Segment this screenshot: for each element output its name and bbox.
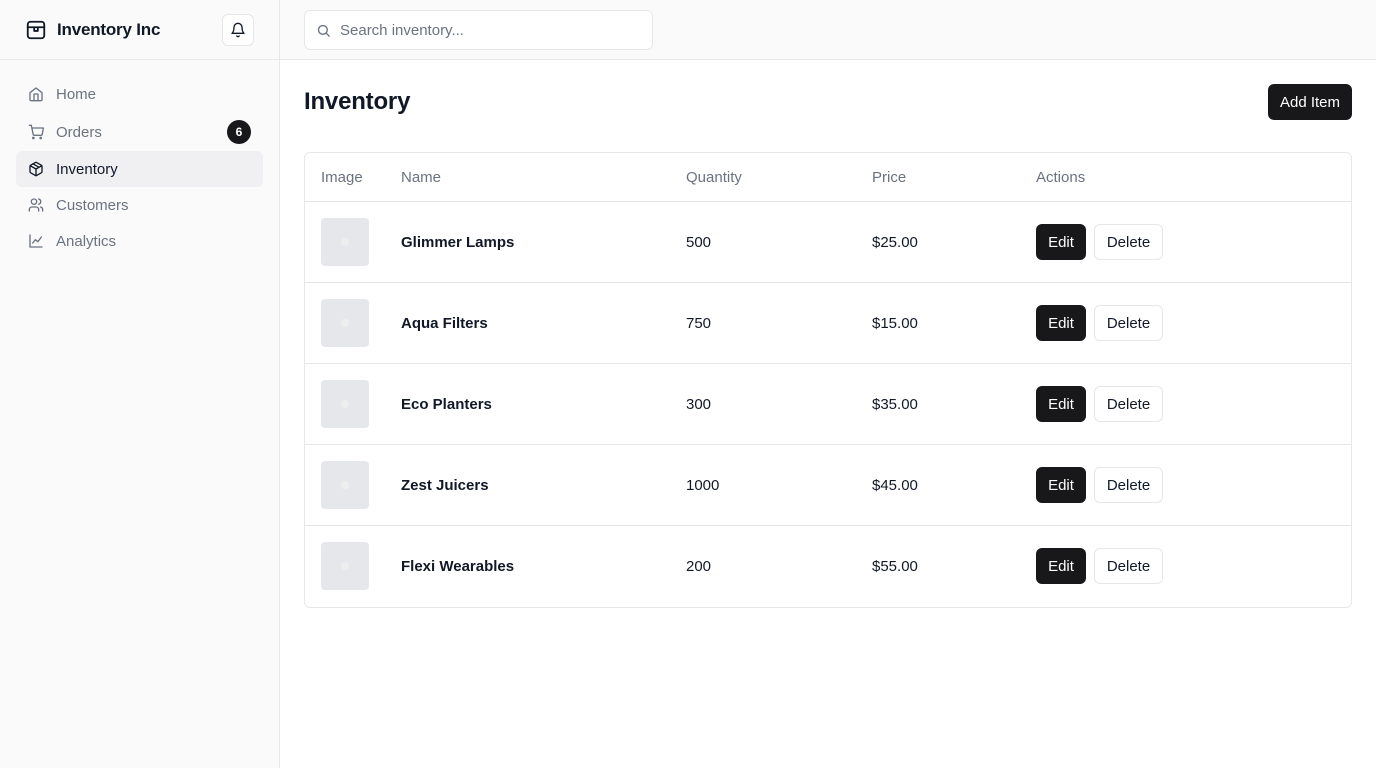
row-actions: Edit Delete <box>1036 526 1163 606</box>
sidebar-item-inventory[interactable]: Inventory <box>16 151 263 187</box>
product-quantity: 500 <box>686 233 712 251</box>
sidebar-item-label: Analytics <box>56 232 117 250</box>
product-image-placeholder <box>321 542 369 590</box>
package-logo-icon <box>25 19 47 41</box>
product-quantity: 1000 <box>686 476 720 494</box>
product-quantity: 750 <box>686 314 712 332</box>
main-content: Inventory Add Item Image Name Quantity P… <box>304 60 1352 608</box>
image-cell <box>321 364 369 444</box>
product-image-placeholder <box>321 218 369 266</box>
row-actions: Edit Delete <box>1036 283 1163 363</box>
bell-icon <box>230 22 246 38</box>
sidebar-item-customers[interactable]: Customers <box>16 187 263 223</box>
sidebar-item-label: Inventory <box>56 160 118 178</box>
column-header-quantity: Quantity <box>686 169 742 186</box>
product-quantity: 200 <box>686 557 712 575</box>
brand[interactable]: Inventory Inc <box>25 19 160 41</box>
product-image-placeholder <box>321 380 369 428</box>
orders-count-badge: 6 <box>227 120 251 144</box>
image-cell <box>321 283 369 363</box>
search-input[interactable] <box>340 21 640 39</box>
product-name: Glimmer Lamps <box>401 233 515 251</box>
page-title: Inventory <box>304 88 411 115</box>
search-box[interactable] <box>304 10 653 50</box>
sidebar-item-label: Orders <box>56 123 102 141</box>
delete-button[interactable]: Delete <box>1094 305 1163 341</box>
table-row: Zest Juicers 1000 $45.00 Edit Delete <box>305 445 1351 526</box>
column-header-image: Image <box>321 169 363 186</box>
search-icon <box>316 23 331 38</box>
table-row: Eco Planters 300 $35.00 Edit Delete <box>305 364 1351 445</box>
sidebar-item-label: Customers <box>56 196 129 214</box>
product-name: Eco Planters <box>401 395 492 413</box>
product-image-placeholder <box>321 299 369 347</box>
sidebar-header: Inventory Inc <box>0 0 279 60</box>
product-price: $15.00 <box>872 314 918 332</box>
inventory-table: Image Name Quantity Price Actions Glimme… <box>304 152 1352 608</box>
product-price: $45.00 <box>872 476 918 494</box>
table-header: Image Name Quantity Price Actions <box>305 153 1351 202</box>
sidebar-item-label: Home <box>56 85 97 103</box>
sidebar: Inventory Inc Home Orders 6 Inventory Cu… <box>0 0 280 768</box>
page-header: Inventory Add Item <box>304 60 1352 144</box>
row-actions: Edit Delete <box>1036 445 1163 525</box>
product-quantity: 300 <box>686 395 712 413</box>
topbar <box>280 0 1376 60</box>
row-actions: Edit Delete <box>1036 202 1163 282</box>
image-cell <box>321 202 369 282</box>
product-name: Zest Juicers <box>401 476 489 494</box>
sidebar-item-analytics[interactable]: Analytics <box>16 223 263 259</box>
delete-button[interactable]: Delete <box>1094 548 1163 584</box>
product-name: Aqua Filters <box>401 314 488 332</box>
cart-icon <box>28 124 44 140</box>
row-actions: Edit Delete <box>1036 364 1163 444</box>
sidebar-nav: Home Orders 6 Inventory Customers Analyt… <box>0 60 279 259</box>
delete-button[interactable]: Delete <box>1094 386 1163 422</box>
product-price: $35.00 <box>872 395 918 413</box>
edit-button[interactable]: Edit <box>1036 305 1086 341</box>
column-header-price: Price <box>872 169 907 186</box>
edit-button[interactable]: Edit <box>1036 386 1086 422</box>
image-cell <box>321 445 369 525</box>
users-icon <box>28 197 44 213</box>
edit-button[interactable]: Edit <box>1036 467 1086 503</box>
table-row: Aqua Filters 750 $15.00 Edit Delete <box>305 283 1351 364</box>
product-image-placeholder <box>321 461 369 509</box>
product-name: Flexi Wearables <box>401 557 515 575</box>
sidebar-item-orders[interactable]: Orders 6 <box>16 113 263 151</box>
delete-button[interactable]: Delete <box>1094 467 1163 503</box>
image-cell <box>321 526 369 606</box>
table-row: Flexi Wearables 200 $55.00 Edit Delete <box>305 526 1351 607</box>
table-row: Glimmer Lamps 500 $25.00 Edit Delete <box>305 202 1351 283</box>
product-price: $55.00 <box>872 557 918 575</box>
notifications-button[interactable] <box>222 13 254 46</box>
package-icon <box>28 161 44 177</box>
add-item-button[interactable]: Add Item <box>1268 84 1352 120</box>
sidebar-item-home[interactable]: Home <box>16 75 263 113</box>
brand-name: Inventory Inc <box>57 19 161 39</box>
chart-line-icon <box>28 233 44 249</box>
delete-button[interactable]: Delete <box>1094 224 1163 260</box>
edit-button[interactable]: Edit <box>1036 224 1086 260</box>
column-header-name: Name <box>401 169 442 186</box>
product-price: $25.00 <box>872 233 918 251</box>
column-header-actions: Actions <box>1036 169 1086 186</box>
home-icon <box>28 86 44 102</box>
edit-button[interactable]: Edit <box>1036 548 1086 584</box>
